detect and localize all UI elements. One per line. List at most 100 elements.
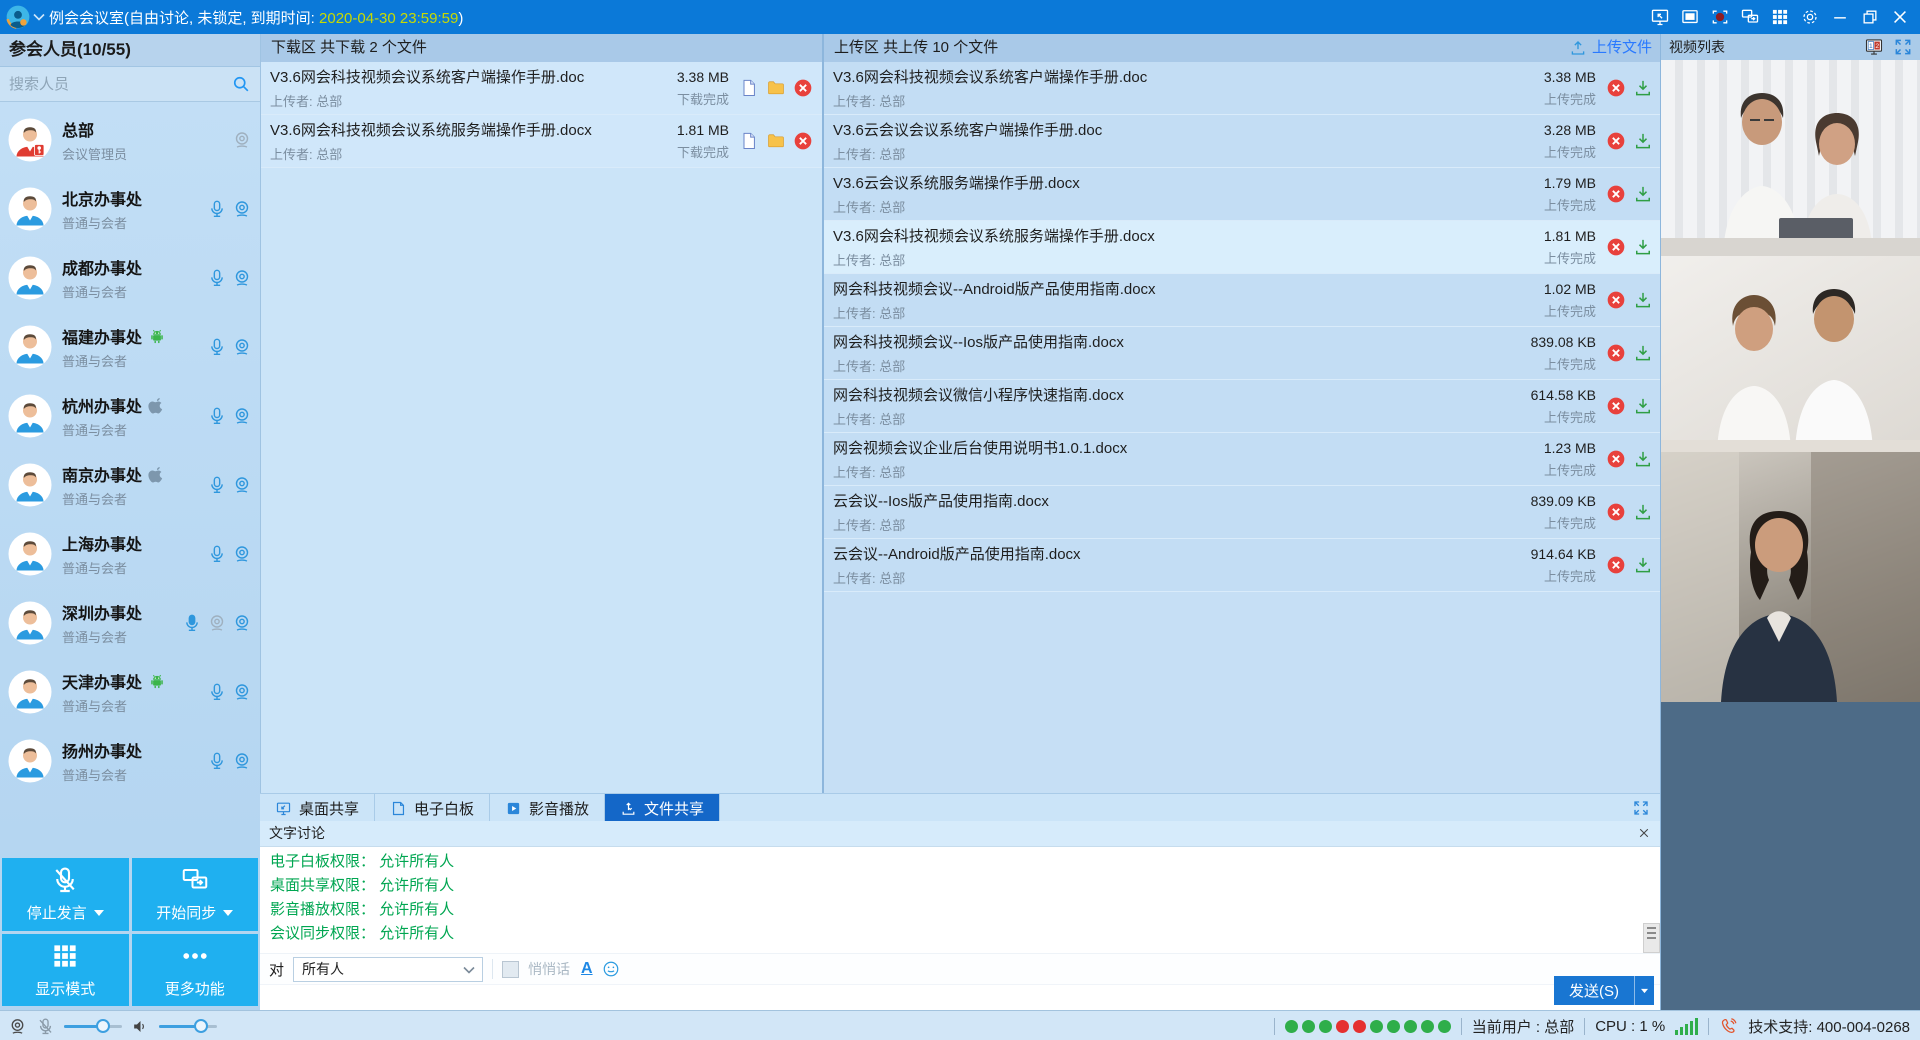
delete-icon[interactable] [1606,131,1626,151]
upload-file-row[interactable]: V3.6网会科技视频会议系统服务端操作手册.docx上传者: 总部 1.81 M… [824,221,1662,274]
upload-file-row[interactable]: 网会科技视频会议--Android版产品使用指南.docx上传者: 总部 1.0… [824,274,1662,327]
tab-whiteboard[interactable]: 电子白板 [375,794,490,822]
upload-file-button[interactable]: 上传文件 [1569,34,1652,62]
delete-icon[interactable] [1606,237,1626,257]
send-options-button[interactable] [1634,976,1654,1005]
participant-row[interactable]: 杭州办事处 普通与会者 [0,381,260,450]
settings-icon[interactable] [1800,7,1820,27]
download-icon[interactable] [1633,555,1653,575]
mic-volume-slider[interactable] [64,1025,122,1028]
close-icon[interactable] [1890,7,1910,27]
record-icon[interactable] [1710,7,1730,27]
delete-icon[interactable] [793,131,813,151]
upload-file-row[interactable]: 云会议--Android版产品使用指南.docx上传者: 总部 914.64 K… [824,539,1662,592]
close-icon[interactable] [1637,826,1651,840]
download-file-row[interactable]: V3.6网会科技视频会议系统服务端操作手册.docx上传者: 总部 1.81 M… [261,115,822,168]
tab-file-share[interactable]: 文件共享 [605,794,720,822]
delete-icon[interactable] [1606,290,1626,310]
webcam-icon[interactable] [232,268,252,288]
search-icon[interactable] [231,74,251,94]
webcam-icon[interactable] [232,406,252,426]
recipient-select[interactable]: 所有人 [293,957,483,982]
tab-media-play[interactable]: 影音播放 [490,794,605,822]
download-icon[interactable] [1633,131,1653,151]
participant-row[interactable]: 天津办事处 普通与会者 [0,657,260,726]
delete-icon[interactable] [1606,184,1626,204]
video-thumbnail[interactable] [1661,256,1920,452]
mic-icon[interactable] [207,337,227,357]
emoji-icon[interactable] [602,960,620,978]
restore-icon[interactable] [1860,7,1880,27]
participant-row[interactable]: 上海办事处 普通与会者 [0,519,260,588]
delete-icon[interactable] [1606,502,1626,522]
webcam-icon[interactable] [232,475,252,495]
expand-icon[interactable] [1893,37,1913,57]
webcam-icon[interactable] [232,199,252,219]
webcam-icon[interactable] [8,1017,27,1036]
webcam-icon[interactable] [232,337,252,357]
delete-icon[interactable] [1606,343,1626,363]
download-icon[interactable] [1633,290,1653,310]
expand-icon[interactable] [1632,799,1650,817]
delete-icon[interactable] [1606,396,1626,416]
participant-row[interactable]: 扬州办事处 普通与会者 [0,726,260,795]
mic-icon[interactable] [207,199,227,219]
search-input[interactable] [0,75,231,94]
video-thumbnail[interactable] [1661,452,1920,702]
mic-muted-button[interactable]: 停止发言 [2,858,129,931]
open-folder-icon[interactable] [766,131,786,151]
participant-row[interactable]: 福建办事处 普通与会者 [0,312,260,381]
upload-file-row[interactable]: 网会视频会议企业后台使用说明书1.0.1.docx上传者: 总部 1.23 MB… [824,433,1662,486]
download-icon[interactable] [1633,343,1653,363]
download-icon[interactable] [1633,78,1653,98]
download-icon[interactable] [1633,502,1653,522]
webcam-icon[interactable] [232,751,252,771]
app-logo-icon[interactable] [5,4,31,30]
upload-file-row[interactable]: 网会科技视频会议微信小程序快速指南.docx上传者: 总部 614.58 KB上… [824,380,1662,433]
chevron-down-icon[interactable] [33,13,45,21]
participant-row[interactable]: 总部 会议管理员 [0,105,260,174]
participant-row[interactable]: 南京办事处 普通与会者 [0,450,260,519]
whisper-checkbox[interactable] [502,961,519,978]
webcam-icon[interactable] [232,682,252,702]
more-dots-button[interactable]: 更多功能 [132,934,259,1007]
mic-icon[interactable] [207,682,227,702]
participant-row[interactable]: 北京办事处 普通与会者 [0,174,260,243]
webcam-gray-icon[interactable] [207,613,227,633]
speaker-volume-slider[interactable] [159,1025,217,1028]
grid-button[interactable]: 显示模式 [2,934,129,1007]
mic-icon[interactable] [207,406,227,426]
tab-desktop-share[interactable]: 桌面共享 [260,794,375,822]
delete-icon[interactable] [793,78,813,98]
mic-icon[interactable] [207,751,227,771]
scrollbar[interactable] [1643,923,1660,953]
open-file-icon[interactable] [739,78,759,98]
grid-icon[interactable] [1770,7,1790,27]
sync-screens-icon[interactable] [1740,7,1760,27]
upload-file-row[interactable]: V3.6云会议系统服务端操作手册.docx上传者: 总部 1.79 MB上传完成 [824,168,1662,221]
mic-icon[interactable] [207,475,227,495]
webcam-icon[interactable] [232,613,252,633]
minimize-icon[interactable] [1830,7,1850,27]
sync-screens-button[interactable]: 开始同步 [132,858,259,931]
download-icon[interactable] [1633,449,1653,469]
participant-row[interactable]: 成都办事处 普通与会者 [0,243,260,312]
screen-share-icon[interactable] [1650,7,1670,27]
delete-icon[interactable] [1606,449,1626,469]
mic-muted-icon[interactable] [36,1017,55,1036]
upload-file-row[interactable]: 云会议--Ios版产品使用指南.docx上传者: 总部 839.09 KB上传完… [824,486,1662,539]
send-button[interactable]: 发送(S) [1554,976,1634,1005]
open-file-icon[interactable] [739,131,759,151]
mic-filled-icon[interactable] [182,613,202,633]
mic-icon[interactable] [207,544,227,564]
upload-file-row[interactable]: 网会科技视频会议--Ios版产品使用指南.docx上传者: 总部 839.08 … [824,327,1662,380]
download-icon[interactable] [1633,184,1653,204]
upload-file-row[interactable]: V3.6云会议会议系统客户端操作手册.doc上传者: 总部 3.28 MB上传完… [824,115,1662,168]
fullscreen-icon[interactable] [1680,7,1700,27]
upload-file-row[interactable]: V3.6网会科技视频会议系统客户端操作手册.doc上传者: 总部 3.38 MB… [824,62,1662,115]
download-file-row[interactable]: V3.6网会科技视频会议系统客户端操作手册.doc上传者: 总部 3.38 MB… [261,62,822,115]
webcam-icon[interactable] [232,544,252,564]
video-thumbnail[interactable] [1661,60,1920,256]
delete-icon[interactable] [1606,78,1626,98]
delete-icon[interactable] [1606,555,1626,575]
